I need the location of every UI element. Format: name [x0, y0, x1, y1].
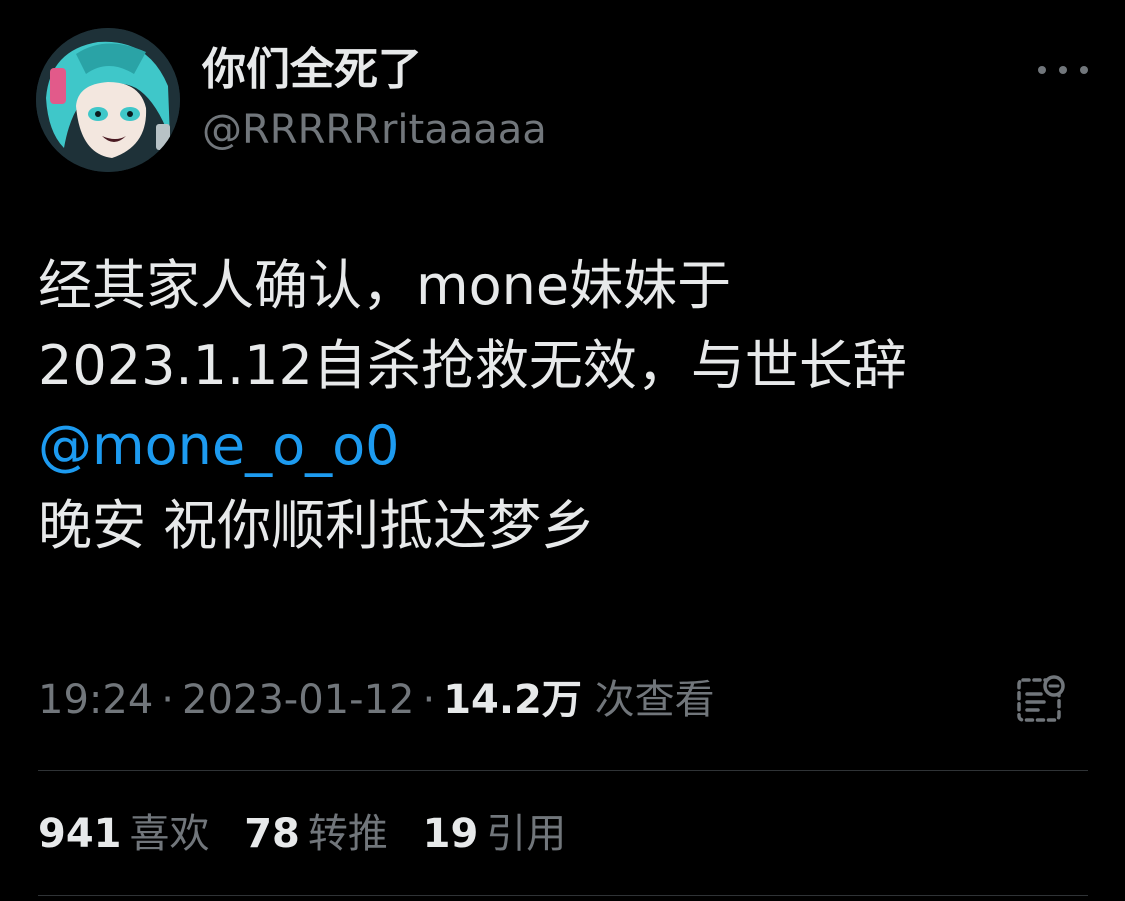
display-name[interactable]: 你们全死了 [202, 42, 422, 98]
avatar[interactable] [36, 28, 180, 172]
user-handle[interactable]: @RRRRRritaaaaa [202, 104, 547, 156]
retweets-label: 转推 [307, 811, 388, 857]
quotes-count: 19 [422, 811, 479, 857]
separator: · [161, 677, 174, 723]
more-icon [1038, 66, 1046, 74]
tweet-text: 经其家人确认，mone妹妹于 2023.1.12自杀抢救无效，与世长辞 @mon… [38, 246, 1098, 566]
tweet-text-line: 晚安 祝你顺利抵达梦乡 [38, 494, 596, 557]
tweet-time[interactable]: 19:24 [38, 677, 153, 723]
separator: · [422, 677, 436, 723]
analytics-icon[interactable] [1014, 672, 1068, 726]
analytics-icon-svg [1017, 675, 1065, 722]
quotes-label: 引用 [486, 811, 567, 857]
divider [38, 770, 1088, 771]
retweets-count: 78 [244, 811, 300, 857]
likes-count: 941 [38, 811, 122, 857]
tweet-meta: 19:24 · 2023-01-12 · 14.2万 次查看 [38, 672, 715, 728]
tweet-text-line: 经其家人确认，mone妹妹于 [38, 254, 732, 317]
views-label: 次查看 [594, 677, 715, 723]
divider [38, 895, 1088, 896]
more-icon-dot [1059, 66, 1067, 74]
more-icon-dot [1080, 66, 1088, 74]
engagement-stats: 941 喜欢 78 转推 19 引用 [38, 806, 588, 862]
retweets-stat[interactable]: 78 转推 [244, 811, 388, 857]
mention-link[interactable]: @mone_o_o0 [38, 406, 1098, 486]
likes-stat[interactable]: 941 喜欢 [38, 811, 210, 857]
tweet-detail: 你们全死了 @RRRRRritaaaaa 经其家人确认，mone妹妹于 2023… [0, 0, 1125, 901]
tweet-date[interactable]: 2023-01-12 [182, 677, 414, 723]
tweet-text-line: 2023.1.12自杀抢救无效，与世长辞 [38, 334, 907, 397]
likes-label: 喜欢 [129, 811, 210, 857]
anime-avatar-icon [36, 28, 180, 172]
quotes-stat[interactable]: 19 引用 [423, 811, 567, 857]
more-options-button[interactable] [1038, 50, 1088, 90]
views-count: 14.2万 [443, 677, 582, 723]
